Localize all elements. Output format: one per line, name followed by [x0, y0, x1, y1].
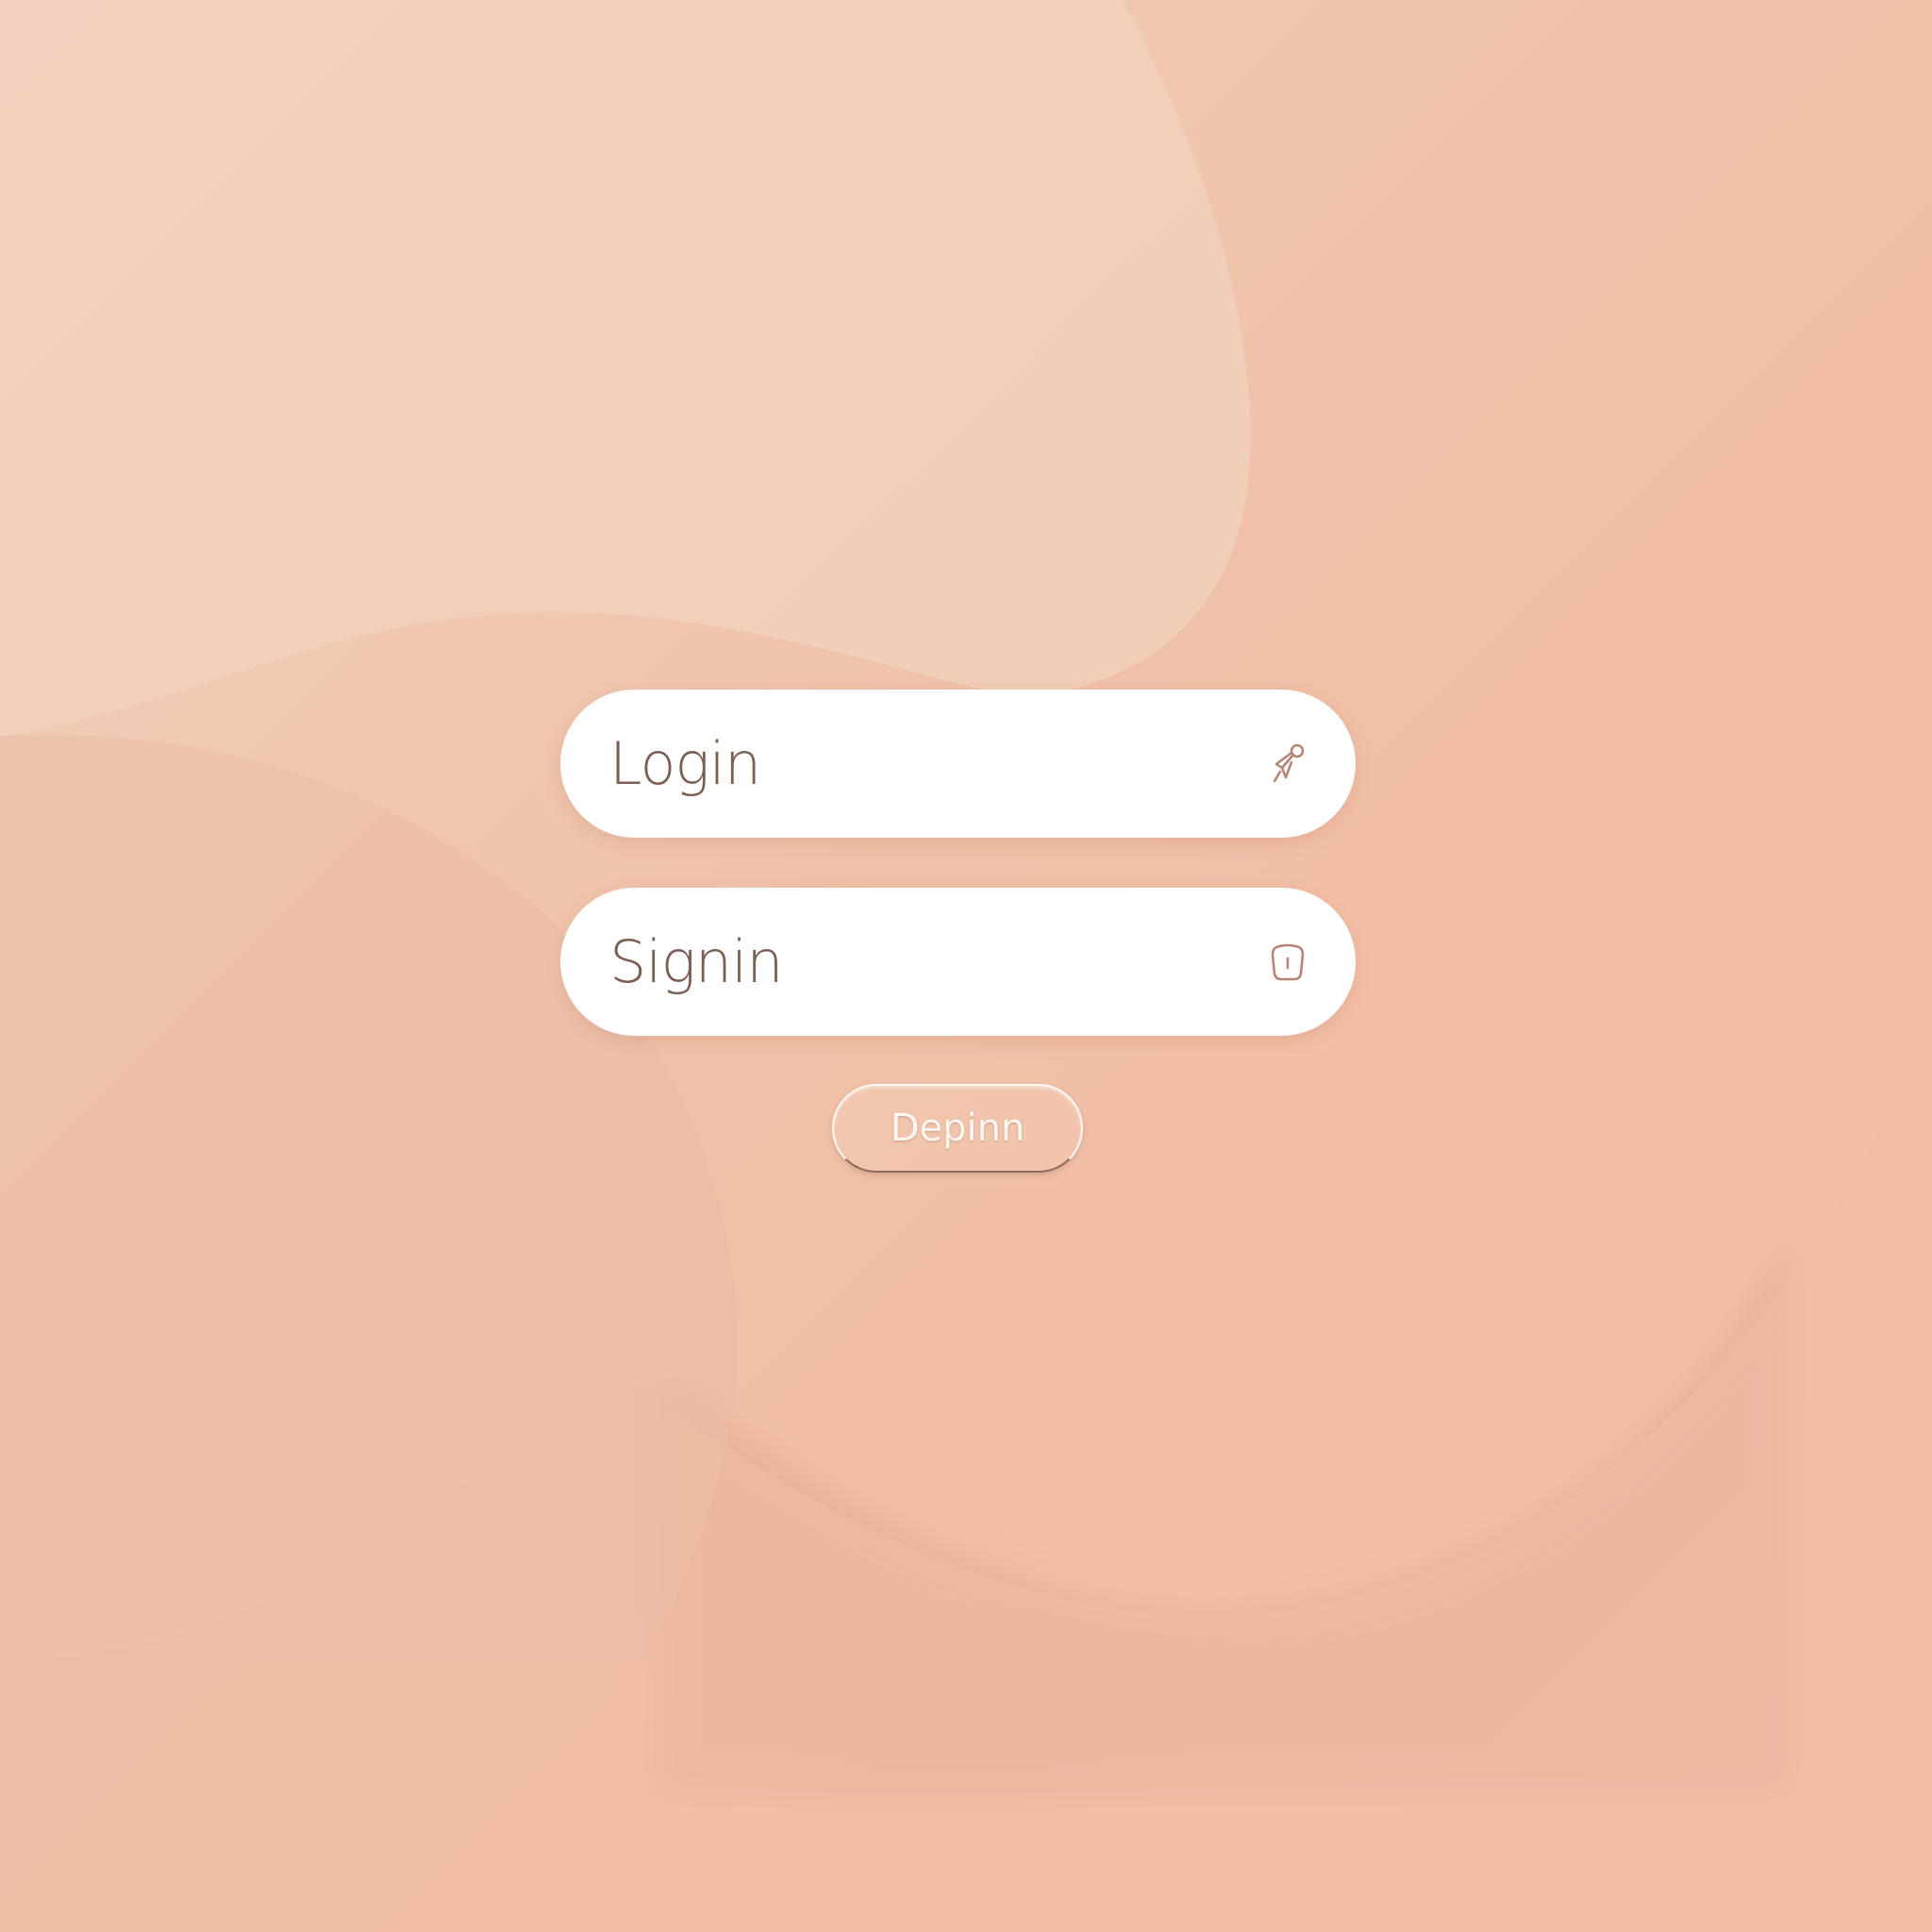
login-field-text: Login [609, 729, 761, 798]
phone-icon [1263, 938, 1312, 987]
signin-field[interactable]: Signin [560, 888, 1356, 1036]
submit-button[interactable]: Depinn [832, 1084, 1083, 1173]
pin-icon [1263, 740, 1312, 789]
signin-field-text: Signin [609, 927, 784, 996]
login-field[interactable]: Login [560, 690, 1356, 838]
